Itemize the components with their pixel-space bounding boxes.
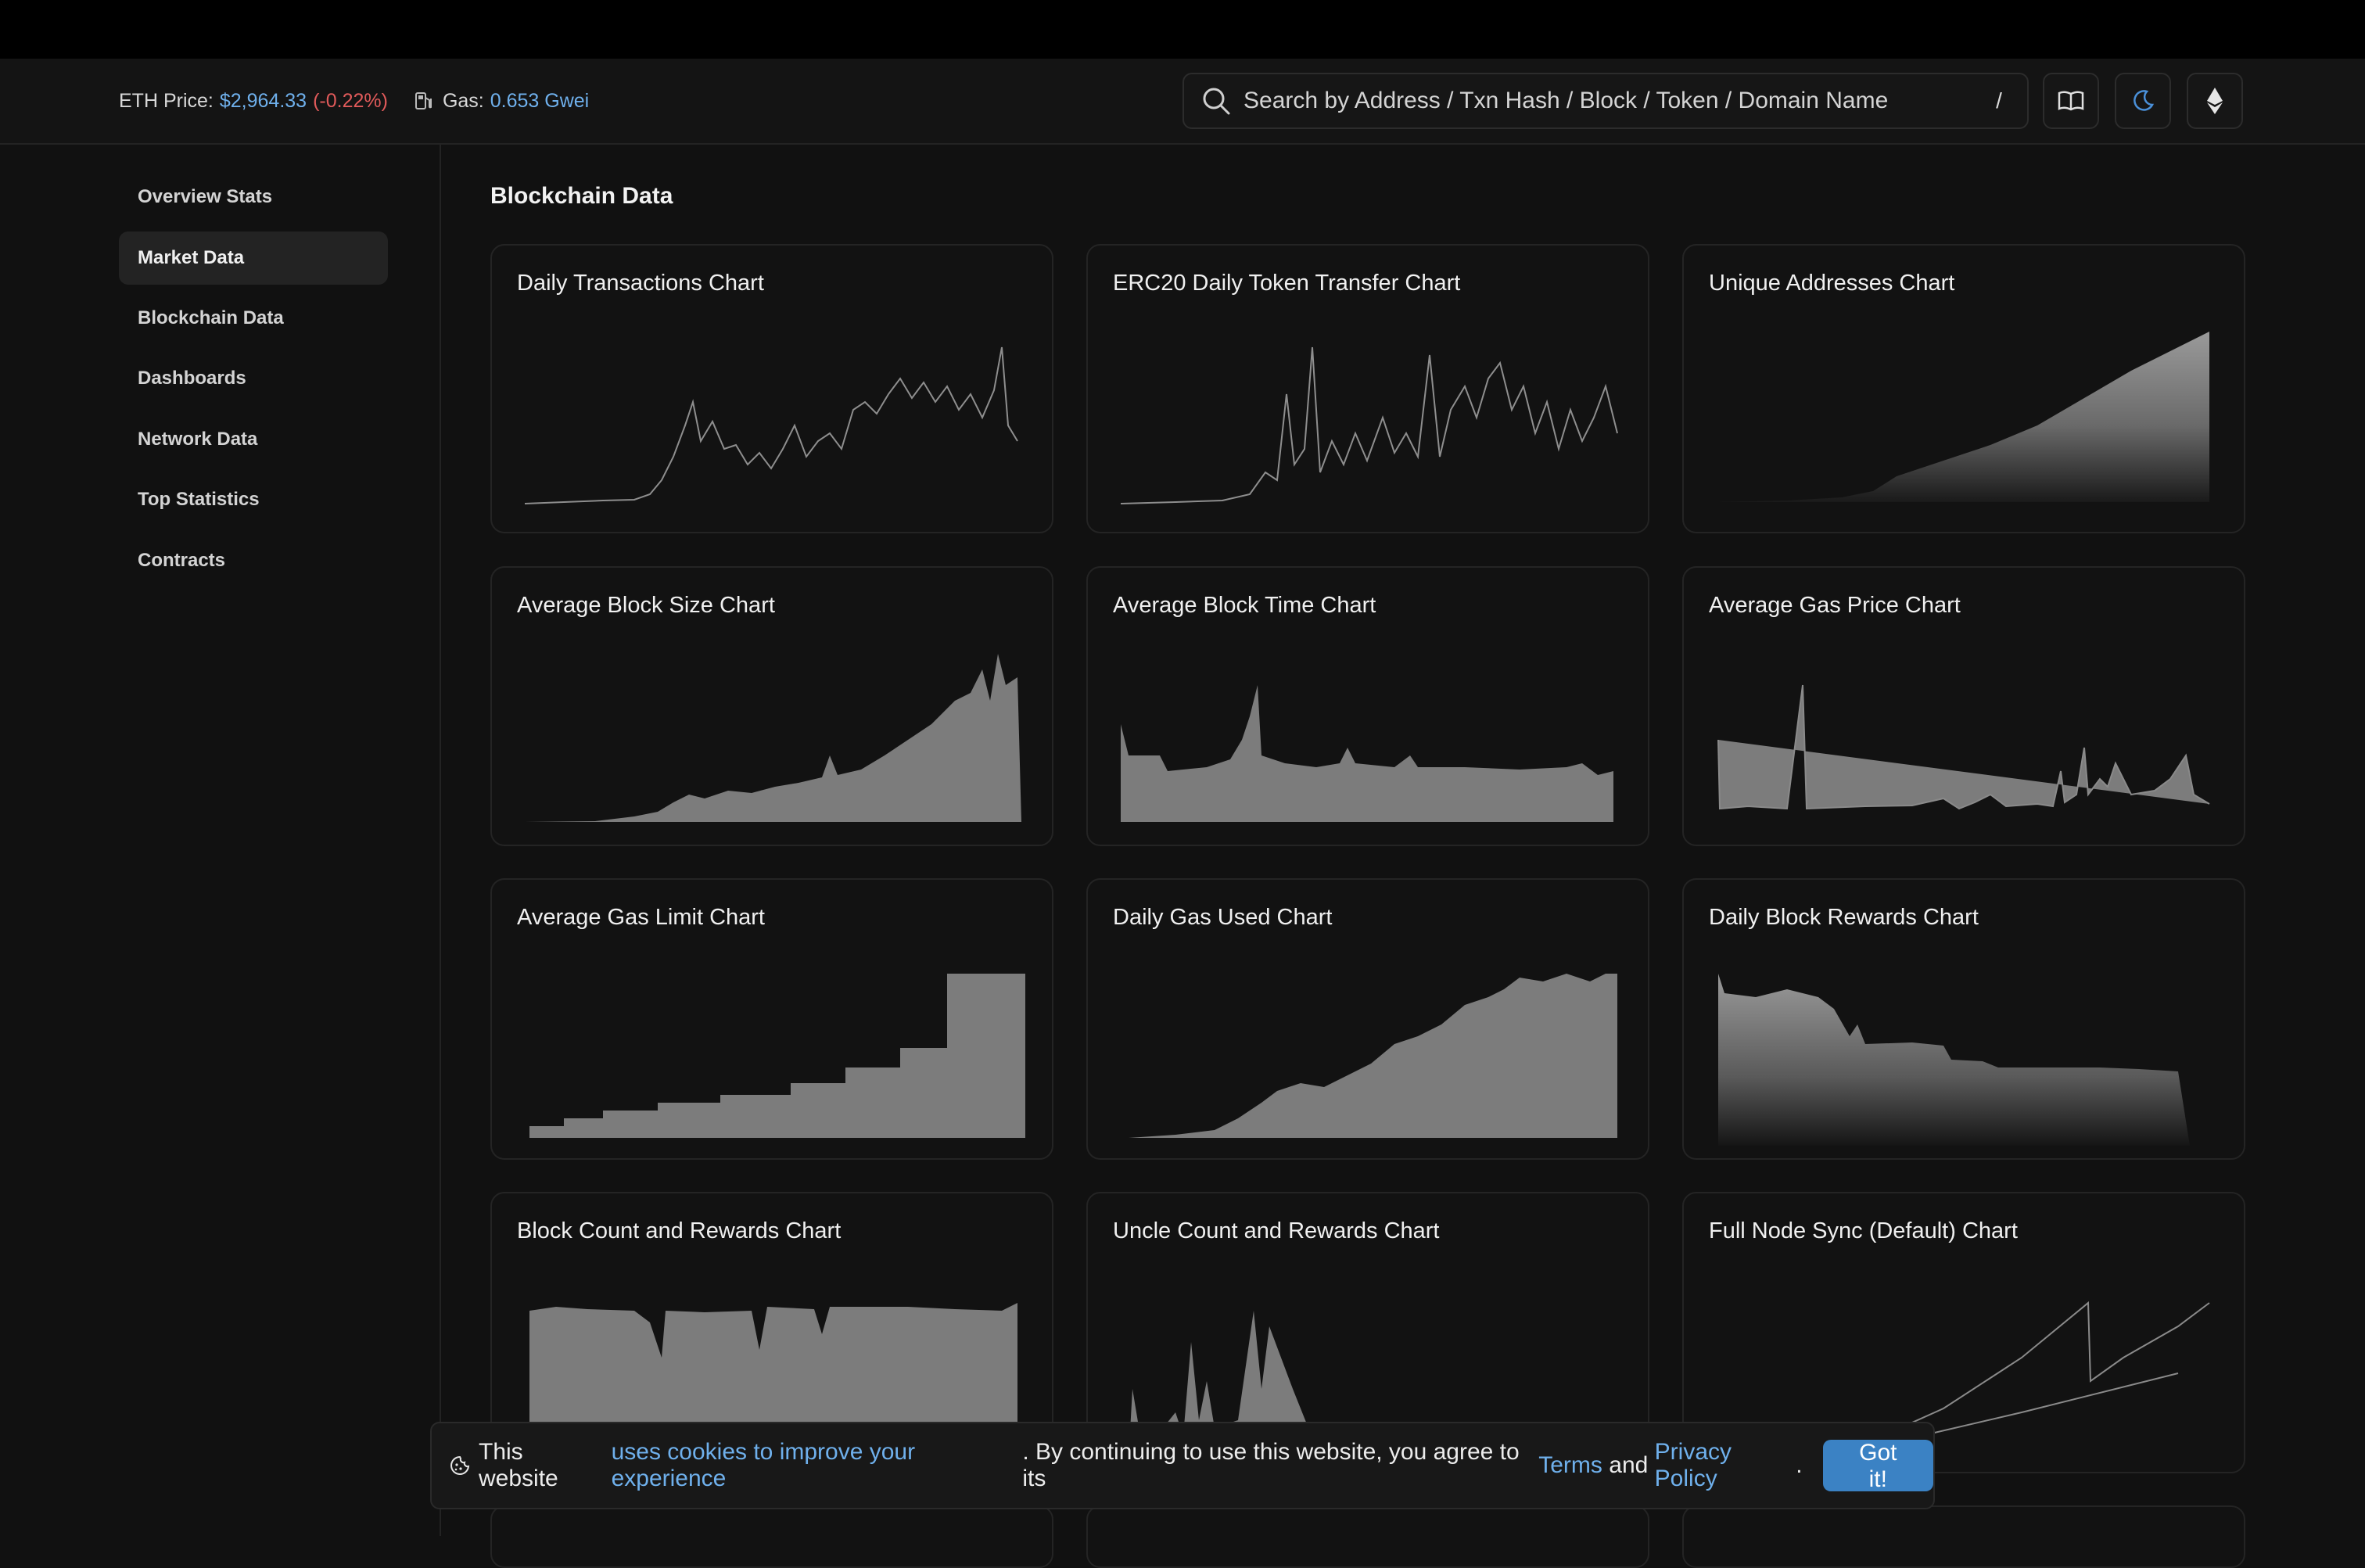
sidebar-item-label: Overview Stats: [138, 186, 273, 207]
stats-sidebar: Overview Stats Market Data Blockchain Da…: [0, 145, 441, 1536]
chart-card-title: Daily Transactions Chart: [517, 271, 764, 296]
ethereum-icon: [2207, 88, 2223, 114]
chart-card-title: Block Count and Rewards Chart: [517, 1218, 842, 1243]
eth-price-value[interactable]: $2,964.33: [220, 90, 307, 113]
sidebar-item-label: Network Data: [138, 429, 258, 450]
site-header: ETH Price: $2,964.33 (-0.22%) Gas: 0.653…: [0, 59, 2365, 145]
theme-toggle-button[interactable]: [2115, 73, 2171, 129]
cookie-policy-link[interactable]: uses cookies to improve your experience: [612, 1439, 1023, 1492]
daily-transactions-sparkline: [524, 346, 1018, 504]
gas-pump-icon: [415, 92, 432, 109]
unique-addresses-sparkline: [1717, 332, 2209, 502]
avg-block-size-sparkline: [525, 654, 1021, 822]
sidebar-item-label: Dashboards: [138, 368, 246, 389]
eth-price-label: ETH Price:: [119, 89, 214, 112]
sidebar-item-label: Contracts: [138, 550, 226, 571]
chart-card-title: Unique Addresses Chart: [1709, 271, 1955, 296]
chart-card-erc20-transfers[interactable]: ERC20 Daily Token Transfer Chart: [1086, 244, 1649, 533]
chart-card-daily-block-rewards[interactable]: Daily Block Rewards Chart: [1682, 878, 2245, 1160]
cookie-text: . By continuing to use this website, you…: [1022, 1439, 1520, 1491]
sidebar-item-market-data[interactable]: Market Data: [119, 231, 388, 285]
chart-card-avg-gas-price[interactable]: Average Gas Price Chart: [1682, 566, 2245, 846]
cookie-consent-banner: This website uses cookies to improve you…: [430, 1422, 1935, 1509]
chart-card-partial[interactable]: [1682, 1505, 2245, 1568]
cookie-accept-button[interactable]: Got it!: [1822, 1440, 1933, 1492]
chart-card-title: Daily Block Rewards Chart: [1709, 905, 1979, 930]
avg-block-time-sparkline: [1121, 685, 1613, 822]
price-ticker: ETH Price: $2,964.33 (-0.22%) Gas: 0.653…: [119, 59, 589, 143]
privacy-policy-link[interactable]: Privacy Policy: [1655, 1439, 1796, 1492]
daily-gas-used-sparkline: [1129, 974, 1617, 1138]
gas-label: Gas:: [442, 89, 484, 112]
terms-link[interactable]: Terms: [1538, 1452, 1602, 1479]
chart-card-title: Average Gas Price Chart: [1709, 593, 1961, 618]
search-input[interactable]: [1242, 87, 1983, 115]
avg-gas-limit-sparkline: [529, 974, 1025, 1138]
sidebar-item-label: Market Data: [138, 247, 245, 268]
sidebar-item-blockchain-data[interactable]: Blockchain Data: [119, 292, 388, 345]
sidebar-item-dashboards[interactable]: Dashboards: [119, 352, 388, 405]
chart-card-title: Average Block Size Chart: [517, 593, 775, 618]
daily-block-rewards-sparkline: [1718, 974, 2209, 1146]
search-box: /: [1182, 73, 2029, 129]
cookie-icon: [449, 1455, 471, 1477]
sidebar-item-overview-stats[interactable]: Overview Stats: [119, 170, 388, 224]
search-icon: [1201, 86, 1231, 116]
chart-card-avg-block-time[interactable]: Average Block Time Chart: [1086, 566, 1649, 846]
reader-mode-button[interactable]: [2043, 73, 2099, 129]
chart-card-title: Average Gas Limit Chart: [517, 905, 765, 930]
gas-value[interactable]: 0.653 Gwei: [490, 90, 589, 113]
page-title: Blockchain Data: [490, 183, 673, 209]
avg-gas-price-sparkline: [1717, 684, 2210, 810]
sidebar-item-contracts[interactable]: Contracts: [119, 534, 388, 587]
search-shortcut-hint: /: [1996, 88, 2002, 113]
erc20-transfers-sparkline: [1120, 346, 1618, 504]
chart-card-avg-block-size[interactable]: Average Block Size Chart: [490, 566, 1053, 846]
chart-card-title: Daily Gas Used Chart: [1113, 905, 1333, 930]
chart-card-title: ERC20 Daily Token Transfer Chart: [1113, 271, 1461, 296]
sidebar-item-label: Top Statistics: [138, 489, 260, 510]
gas-tracker: Gas: 0.653 Gwei: [415, 90, 589, 113]
sidebar-item-network-data[interactable]: Network Data: [119, 413, 388, 466]
cookie-text: This website: [479, 1439, 558, 1491]
top-black-bar: [0, 0, 2365, 59]
network-select-button[interactable]: [2187, 73, 2243, 129]
chart-card-partial[interactable]: [1086, 1505, 1649, 1568]
sidebar-item-label: Blockchain Data: [138, 307, 284, 328]
cookie-text: and: [1609, 1452, 1649, 1478]
cookie-text: .: [1796, 1452, 1803, 1478]
chart-card-title: Average Block Time Chart: [1113, 593, 1376, 618]
chart-card-daily-gas-used[interactable]: Daily Gas Used Chart: [1086, 878, 1649, 1160]
chart-card-unique-addresses[interactable]: Unique Addresses Chart: [1682, 244, 2245, 533]
book-open-icon: [2058, 91, 2084, 111]
chart-card-title: Uncle Count and Rewards Chart: [1113, 1218, 1440, 1243]
eth-price-change: (-0.22%): [313, 89, 388, 112]
chart-card-title: Full Node Sync (Default) Chart: [1709, 1218, 2018, 1243]
sidebar-item-top-statistics[interactable]: Top Statistics: [119, 473, 388, 526]
chart-card-partial[interactable]: [490, 1505, 1053, 1568]
moon-icon: [2134, 90, 2155, 111]
chart-card-avg-gas-limit[interactable]: Average Gas Limit Chart: [490, 878, 1053, 1160]
chart-card-daily-transactions[interactable]: Daily Transactions Chart: [490, 244, 1053, 533]
